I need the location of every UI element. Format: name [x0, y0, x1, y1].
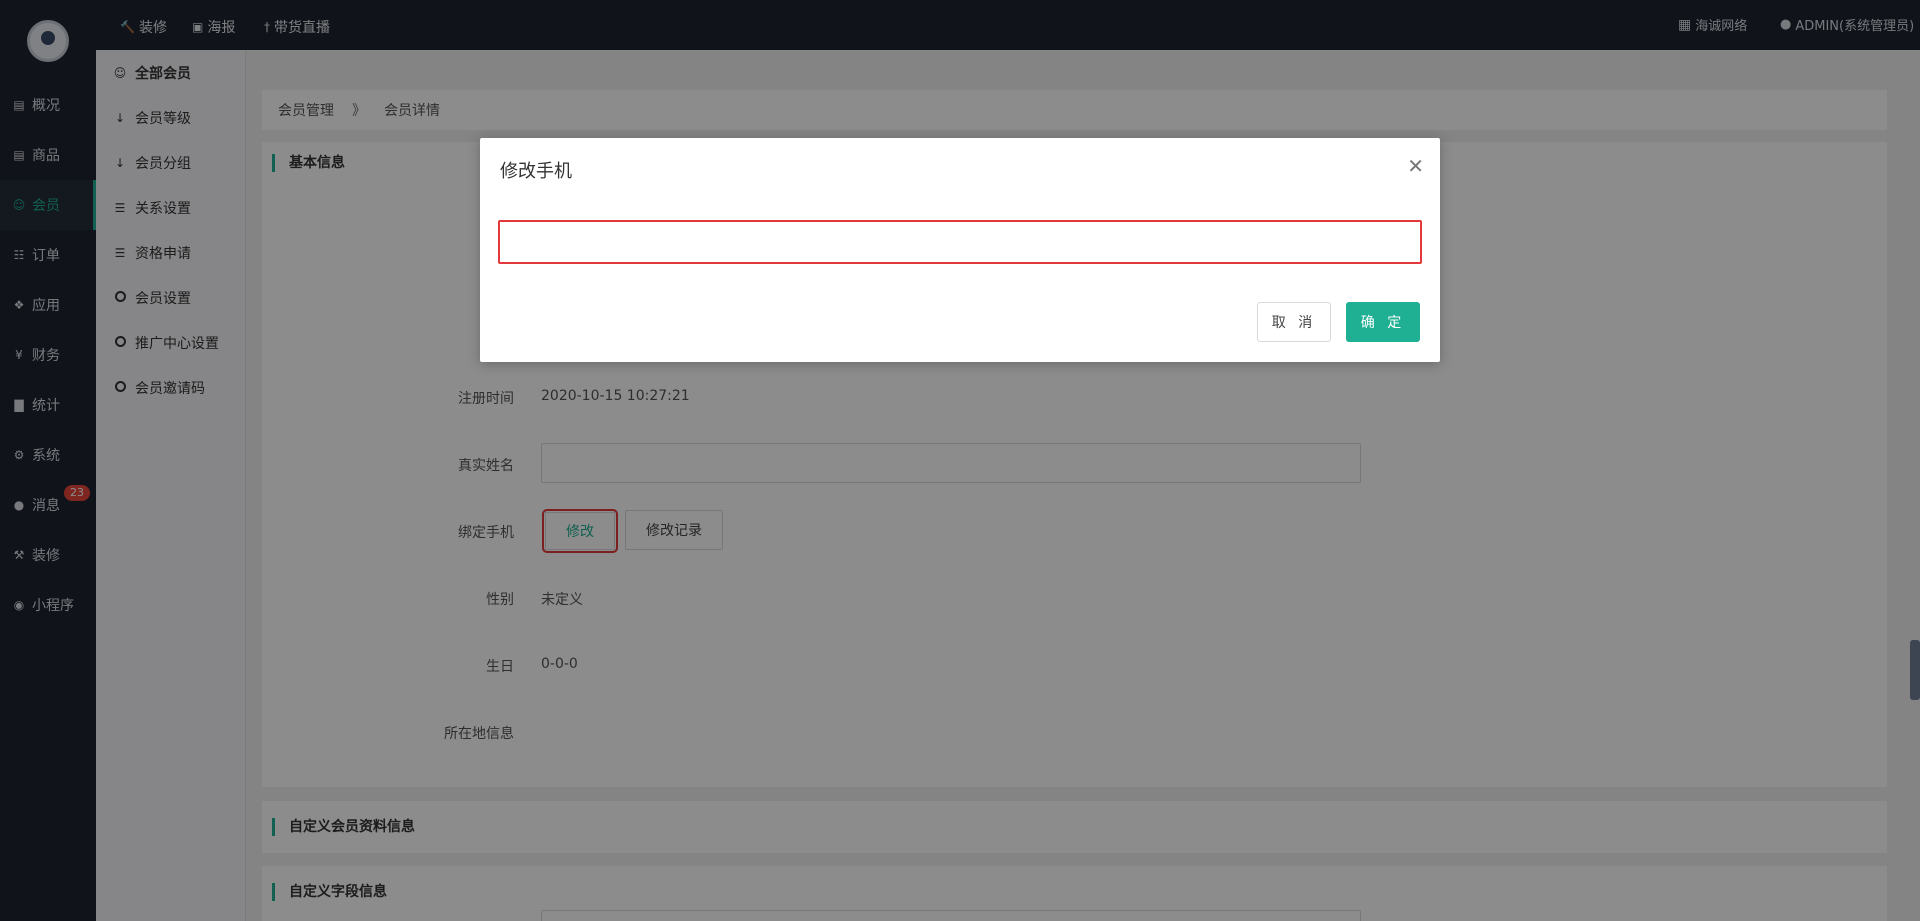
cancel-button[interactable]: 取 消 — [1257, 302, 1331, 342]
edit-phone-modal: 修改手机 ✕ 取 消 确 定 — [480, 138, 1440, 362]
confirm-button[interactable]: 确 定 — [1346, 302, 1420, 342]
close-icon[interactable]: ✕ — [1407, 156, 1424, 176]
modal-title: 修改手机 — [500, 161, 572, 182]
phone-input[interactable] — [498, 220, 1422, 264]
